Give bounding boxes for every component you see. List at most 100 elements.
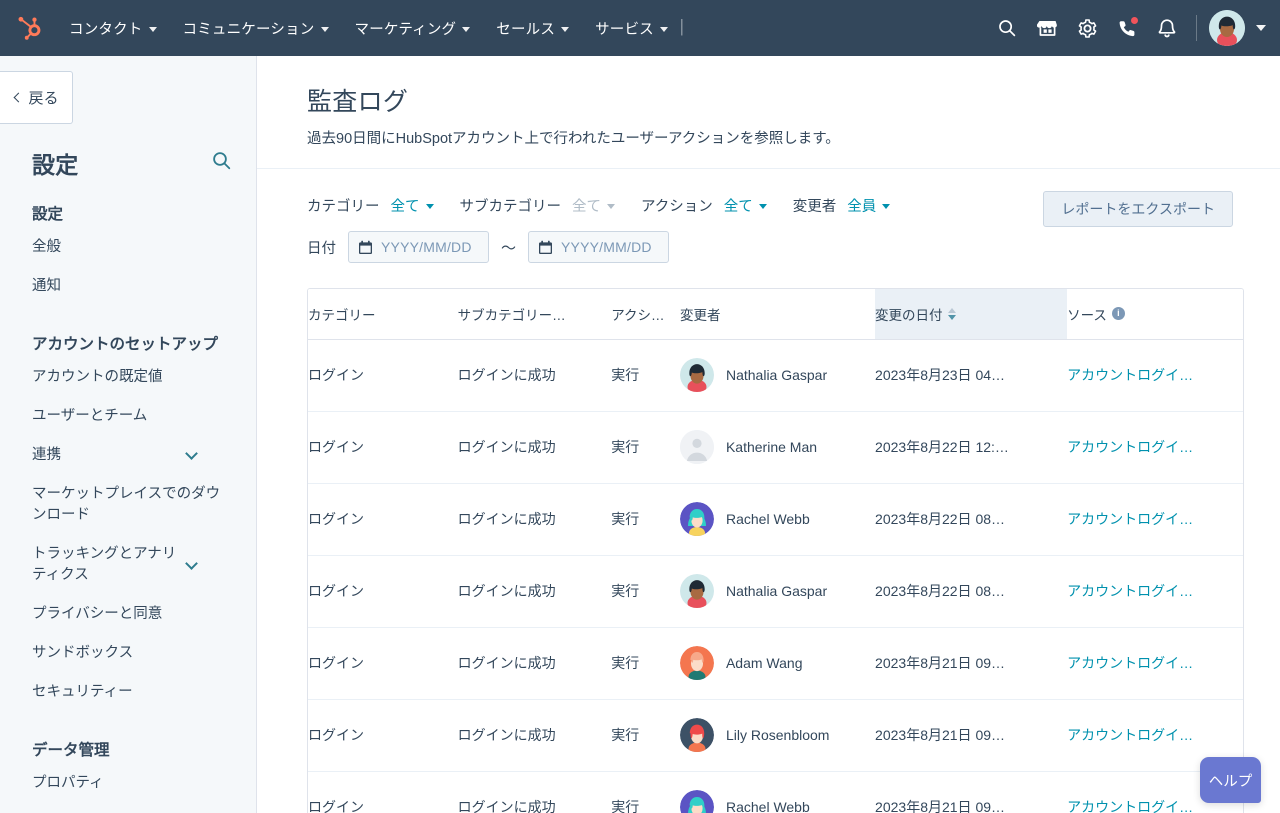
sidebar-item-marketplace-downloads[interactable]: マーケットプレイスでのダウンロード — [0, 475, 256, 535]
filter-category-dropdown[interactable]: 全て — [391, 195, 434, 216]
phone-notification-badge — [1130, 16, 1139, 25]
cell-changed-by: Rachel Webb — [679, 483, 876, 556]
user-name: Rachel Webb — [725, 511, 810, 527]
phone-icon[interactable] — [1108, 9, 1146, 47]
source-link[interactable]: アカウントログイ… — [1067, 655, 1193, 671]
cell-subcategory: ログインに成功 — [457, 483, 612, 556]
sidebar-item-label: アカウントの既定値 — [32, 369, 163, 386]
settings-gear-icon[interactable] — [1068, 9, 1106, 47]
source-link[interactable]: アカウントログイ… — [1067, 367, 1193, 383]
table-header: カテゴリー サブカテゴリー… アクシ… 変更者 変更の日付 ソース i — [308, 289, 1243, 340]
cell-action: 実行 — [611, 411, 680, 484]
avatar[interactable] — [1209, 10, 1245, 46]
column-header-source[interactable]: ソース i — [1067, 289, 1243, 340]
column-header-label: カテゴリー — [308, 307, 376, 323]
sort-arrows-icon[interactable] — [947, 307, 956, 320]
back-button[interactable]: 戻る — [0, 71, 73, 124]
sidebar-item-sandboxes[interactable]: サンドボックス — [0, 634, 256, 673]
account-chevron-down-icon[interactable] — [1256, 25, 1266, 31]
filter-subcategory: サブカテゴリー 全て — [460, 195, 615, 216]
audit-log-table: カテゴリー サブカテゴリー… アクシ… 変更者 変更の日付 ソース i ログイン… — [308, 289, 1243, 813]
source-link[interactable]: アカウントログイ… — [1067, 799, 1193, 813]
nav-item-contacts[interactable]: コンタクト — [56, 0, 170, 56]
date-end-input[interactable]: YYYY/MM/DD — [528, 231, 670, 263]
filter-subcategory-dropdown[interactable]: 全て — [572, 195, 615, 216]
source-link[interactable]: アカウントログイ… — [1067, 511, 1193, 527]
user-avatar-placeholder — [679, 430, 714, 464]
column-header-change-date[interactable]: 変更の日付 — [875, 289, 1068, 340]
table-row[interactable]: ログイン ログインに成功 実行 Rachel Webb 2023年8月22日 0… — [308, 483, 1243, 556]
table-row[interactable]: ログイン ログインに成功 実行 Adam Wang 2023年8月21日 09… — [308, 627, 1243, 700]
chevron-down-icon — [607, 204, 615, 209]
sidebar-item-tracking-and-analytics[interactable]: トラッキングとアナリティクス — [0, 535, 256, 595]
column-header-subcategory[interactable]: サブカテゴリー… — [457, 289, 612, 340]
nav-item-communications[interactable]: コミュニケーション — [170, 0, 342, 56]
chevron-down-icon — [882, 204, 891, 209]
cell-action: 実行 — [611, 771, 680, 813]
user-avatar — [679, 358, 714, 392]
sidebar-item-integrations[interactable]: 連携 — [0, 436, 256, 475]
source-link[interactable]: アカウントログイ… — [1067, 727, 1193, 743]
column-header-changed-by[interactable]: 変更者 — [679, 289, 876, 340]
column-header-label: アクシ… — [611, 307, 665, 323]
date-filter-label: 日付 — [307, 240, 336, 257]
filter-category-label: カテゴリー — [307, 199, 380, 215]
sidebar-item-label: サンドボックス — [32, 645, 134, 662]
nav-item-sales[interactable]: セールス — [483, 0, 582, 56]
sidebar-item-label: ユーザーとチーム — [32, 408, 148, 425]
column-header-category[interactable]: カテゴリー — [308, 289, 458, 340]
sidebar-item-properties[interactable]: プロパティ — [0, 764, 256, 803]
export-report-button[interactable]: レポートをエクスポート — [1043, 191, 1233, 227]
hubspot-logo[interactable] — [0, 0, 56, 56]
sidebar-item-privacy-and-consent[interactable]: プライバシーと同意 — [0, 595, 256, 634]
filter-category-value: 全て — [390, 199, 420, 215]
sidebar-item-users-and-teams[interactable]: ユーザーとチーム — [0, 397, 256, 436]
sidebar-section-title-settings: 設定 — [32, 206, 64, 223]
date-filter-row: 日付 YYYY/MM/DD ～ YYYY/MM/DD — [307, 231, 1280, 263]
sidebar-header: 設定 — [0, 124, 256, 180]
sidebar-search-icon[interactable] — [211, 150, 232, 176]
user-avatar — [679, 646, 714, 680]
date-start-input[interactable]: YYYY/MM/DD — [348, 231, 489, 263]
sidebar-item-security[interactable]: セキュリティー — [0, 673, 256, 712]
help-button[interactable]: ヘルプ — [1200, 757, 1261, 803]
sidebar-item-account-defaults[interactable]: アカウントの既定値 — [0, 358, 256, 397]
cell-category: ログイン — [308, 555, 458, 628]
info-icon[interactable]: i — [1111, 307, 1125, 321]
user-name: Adam Wang — [725, 655, 803, 671]
user-name: Nathalia Gaspar — [725, 367, 828, 383]
source-link[interactable]: アカウントログイ… — [1067, 439, 1193, 455]
table-row[interactable]: ログイン ログインに成功 実行 Nathalia Gaspar 2023年8月2… — [308, 339, 1243, 412]
filter-changed-by-dropdown[interactable]: 全員 — [847, 195, 891, 216]
cell-changed-by: Katherine Man — [679, 411, 876, 484]
table-row[interactable]: ログイン ログインに成功 実行 Rachel Webb 2023年8月21日 0… — [308, 771, 1243, 813]
filter-action-label: アクション — [641, 199, 713, 215]
table-row[interactable]: ログイン ログインに成功 実行 Nathalia Gaspar 2023年8月2… — [308, 555, 1243, 628]
nav-item-marketing[interactable]: マーケティング — [342, 0, 484, 56]
cell-subcategory: ログインに成功 — [457, 411, 612, 484]
cell-source: アカウントログイ… — [1067, 411, 1243, 484]
filter-action-dropdown[interactable]: 全て — [724, 195, 767, 216]
column-header-action[interactable]: アクシ… — [611, 289, 680, 340]
chevron-down-icon — [462, 26, 471, 32]
user-avatar — [679, 790, 714, 813]
page-title: 監査ログ — [307, 88, 409, 116]
date-start-placeholder: YYYY/MM/DD — [381, 239, 472, 255]
notifications-bell-icon[interactable] — [1148, 9, 1186, 47]
filter-action: アクション 全て — [641, 195, 767, 216]
cell-change-date: 2023年8月21日 09… — [875, 699, 1068, 772]
user-avatar — [679, 574, 714, 608]
cell-changed-by: Nathalia Gaspar — [679, 339, 876, 412]
table-row[interactable]: ログイン ログインに成功 実行 Lily Rosenbloom 2023年8月2… — [308, 699, 1243, 772]
marketplace-icon[interactable] — [1028, 9, 1066, 47]
table-row[interactable]: ログイン ログインに成功 実行 Katherine Man 2023年8月22日… — [308, 411, 1243, 484]
sidebar-item-general[interactable]: 全般 — [0, 228, 256, 267]
nav-item-service[interactable]: サービス │ — [582, 0, 717, 56]
user-name: Nathalia Gaspar — [725, 583, 828, 599]
search-icon[interactable] — [988, 9, 1026, 47]
source-link[interactable]: アカウントログイ… — [1067, 583, 1193, 599]
sidebar-item-notifications[interactable]: 通知 — [0, 267, 256, 306]
page-header: 監査ログ 過去90日間にHubSpotアカウント上で行われたユーザーアクションを… — [257, 56, 1280, 169]
cell-source: アカウントログイ… — [1067, 627, 1243, 700]
cell-category: ログイン — [308, 627, 458, 700]
